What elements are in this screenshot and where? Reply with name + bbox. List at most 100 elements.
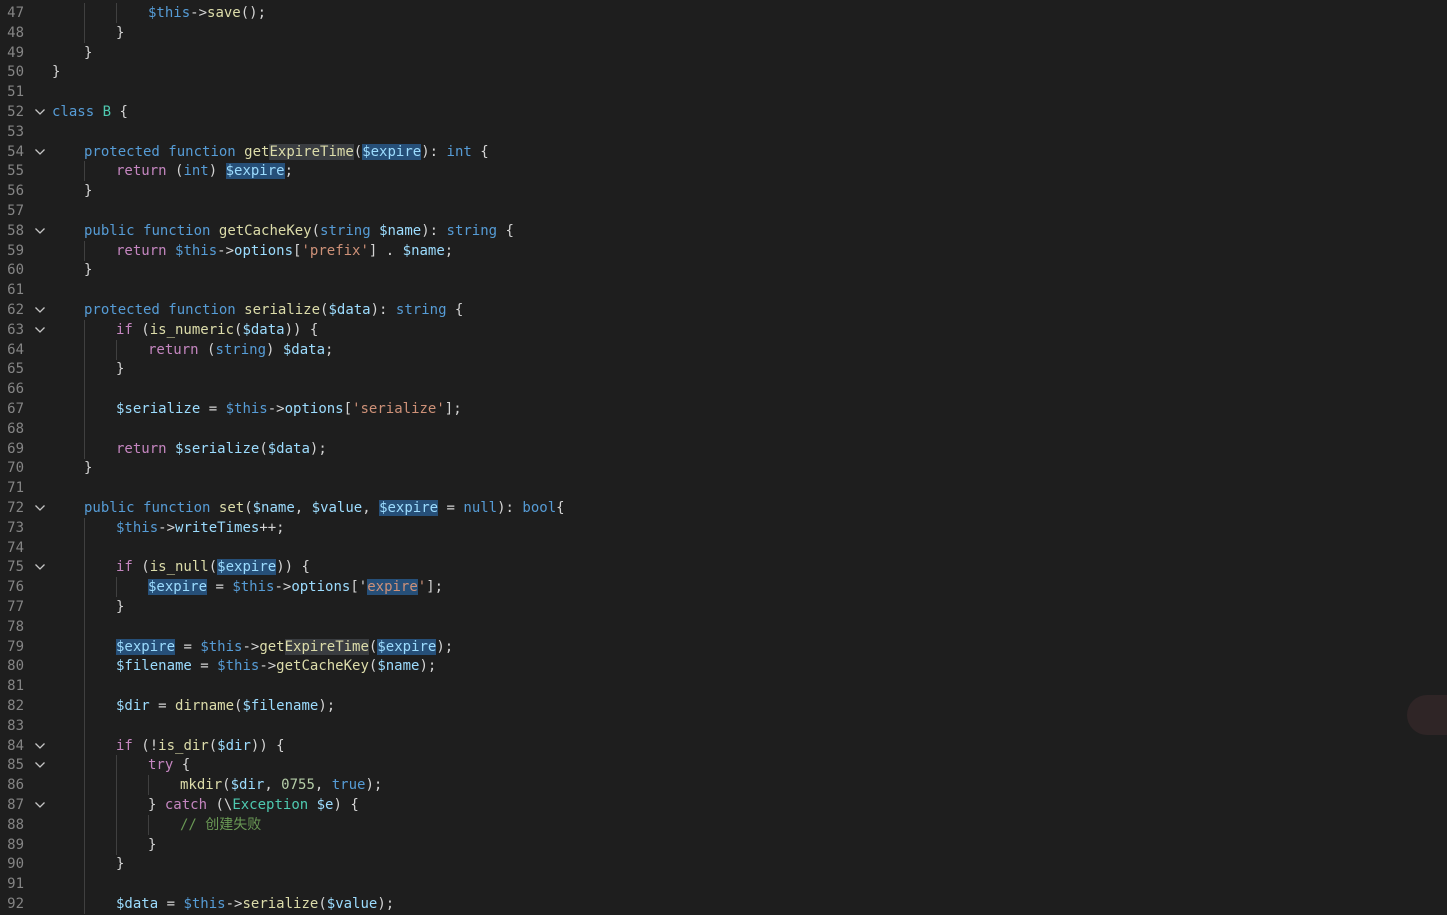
fold-chevron-icon[interactable] (33, 221, 47, 241)
code-token: $this (175, 242, 218, 259)
code-token: get (259, 638, 285, 655)
code-token: } (52, 64, 61, 81)
code-line[interactable]: 88 // 创建失败 (0, 814, 1447, 835)
code-line[interactable]: 76 $expire = $this->options['expire']; (0, 577, 1447, 598)
code-editor[interactable]: 47 $this->save(); 48} 49} 50} 51 52 class B {53… (0, 0, 1447, 915)
code-line[interactable]: 62 protected function serialize($data): s… (0, 300, 1447, 320)
fold-chevron-icon[interactable] (33, 795, 47, 815)
fold-chevron-icon[interactable] (33, 320, 47, 340)
code-line[interactable]: 57 (0, 201, 1447, 221)
fold-chevron-icon[interactable] (33, 300, 47, 320)
code-token: dirname (175, 698, 235, 714)
code-line[interactable]: 87} catch (\Exception $e) { (0, 795, 1447, 815)
code-token: string (215, 341, 267, 358)
line-number: 83 (7, 717, 24, 734)
code-line[interactable]: 81 (0, 676, 1447, 697)
code-line[interactable]: 51 (0, 82, 1447, 102)
code-token: -> (190, 5, 208, 21)
code-line[interactable]: 91 (0, 874, 1447, 895)
code-token: $data (116, 896, 159, 912)
line-number: 84 (7, 737, 24, 754)
code-text: if (!is_dir($dir)) { (116, 736, 285, 756)
code-line[interactable]: 64 return (string) $data; (0, 339, 1447, 360)
code-line[interactable]: 80 $filename = $this->getCacheKey($name); (0, 656, 1447, 677)
code-line[interactable]: 60} (0, 260, 1447, 280)
line-number: 82 (7, 698, 24, 714)
code-line[interactable]: 72 public function set($name, $value, $ex… (0, 498, 1447, 518)
code-line[interactable]: 86 mkdir($dir, 0755, true); (0, 775, 1447, 796)
line-number: 61 (7, 282, 24, 299)
fold-chevron-icon[interactable] (33, 102, 47, 122)
fold-chevron-icon[interactable] (33, 736, 47, 756)
code-token: ExpireTime (284, 638, 369, 655)
indent-guide (84, 161, 85, 182)
code-token: bool (522, 500, 557, 516)
code-token: ( (259, 440, 268, 457)
code-token: )) { (276, 559, 310, 576)
code-text: protected function getExpireTime($expire… (84, 142, 489, 162)
line-number: 58 (7, 222, 24, 239)
code-line[interactable]: 73 $this->writeTimes++; (0, 517, 1447, 538)
code-line[interactable]: 68 (0, 418, 1447, 439)
code-line[interactable]: 92 $data = $this->serialize($value); (0, 894, 1447, 914)
code-token: $this (116, 519, 159, 536)
fold-chevron-icon[interactable] (33, 557, 47, 577)
code-token: $filename (242, 698, 319, 714)
code-line[interactable]: 50} (0, 62, 1447, 82)
code-token: return (148, 341, 199, 358)
code-token: serialize (242, 896, 319, 912)
code-line[interactable]: 55 return (int) $expire; (0, 161, 1447, 182)
code-line[interactable]: 67 $serialize = $this->options['serialize… (0, 399, 1447, 419)
fold-chevron-icon[interactable] (33, 498, 47, 518)
code-token: $data (328, 302, 371, 318)
line-number: 50 (7, 64, 24, 81)
code-token: } (84, 44, 93, 61)
code-line[interactable]: 49} (0, 43, 1447, 63)
indent-guide (84, 854, 85, 875)
code-line[interactable]: 75 if (is_null($expire)) { (0, 557, 1447, 578)
code-text: mkdir($dir, 0755, true); (180, 775, 382, 795)
code-line[interactable]: 83 (0, 715, 1447, 736)
code-token: = (158, 896, 184, 912)
code-line[interactable]: 65} (0, 359, 1447, 380)
fold-chevron-icon[interactable] (33, 142, 47, 162)
code-line[interactable]: 77} (0, 597, 1447, 617)
line-number: 48 (7, 24, 24, 41)
code-token: ( (166, 163, 184, 180)
code-token: } (84, 183, 93, 200)
code-token: null (463, 500, 498, 516)
code-line[interactable]: 66 (0, 379, 1447, 400)
indent-guide (116, 755, 117, 776)
code-line[interactable]: 48} (0, 22, 1447, 43)
code-line[interactable]: 74 (0, 537, 1447, 558)
code-line[interactable]: 58 public function getCacheKey(string $na… (0, 221, 1447, 241)
line-number: 91 (7, 876, 24, 893)
code-line[interactable]: 52 class B { (0, 102, 1447, 122)
code-line[interactable]: 79 $expire = $this->getExpireTime($expire… (0, 636, 1447, 657)
code-text: $filename = $this->getCacheKey($name); (116, 656, 436, 676)
code-line[interactable]: 59 return $this->options['prefix'] . $nam… (0, 240, 1447, 261)
code-line[interactable]: 90} (0, 854, 1447, 875)
code-line[interactable]: 78 (0, 616, 1447, 637)
code-line[interactable]: 69 return $serialize($data); (0, 438, 1447, 459)
code-token: string (446, 222, 498, 239)
code-line[interactable]: 53 (0, 122, 1447, 142)
code-line[interactable]: 89} (0, 834, 1447, 855)
code-token: $expire (379, 500, 439, 516)
code-line[interactable]: 47 $this->save(); (0, 3, 1447, 23)
code-line[interactable]: 84 if (!is_dir($dir)) { (0, 735, 1447, 756)
indent-guide (116, 3, 117, 23)
code-line[interactable]: 85 try { (0, 755, 1447, 776)
code-line[interactable]: 54 protected function getExpireTime($expi… (0, 142, 1447, 162)
code-line[interactable]: 56} (0, 181, 1447, 201)
fold-chevron-icon[interactable] (33, 755, 47, 775)
code-line[interactable]: 82 $dir = dirname($filename); (0, 696, 1447, 716)
code-line[interactable]: 63 if (is_numeric($data)) { (0, 319, 1447, 340)
code-line[interactable]: 70} (0, 458, 1447, 478)
code-line[interactable]: 71 (0, 478, 1447, 498)
code-line[interactable]: 61 (0, 280, 1447, 300)
code-token: set (218, 500, 245, 516)
indent-guide (84, 22, 85, 43)
